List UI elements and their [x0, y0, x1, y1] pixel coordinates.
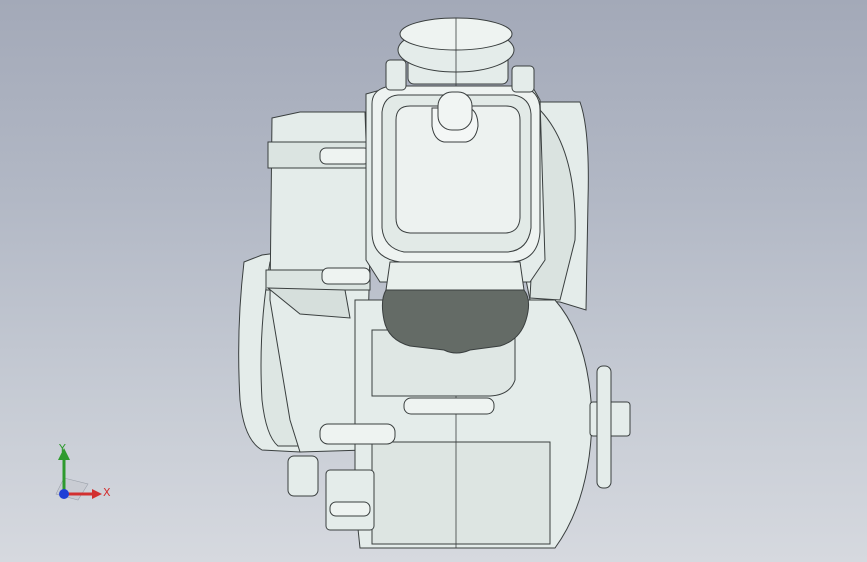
lower-bolt-2 [403, 397, 495, 415]
side-mount-right [511, 65, 535, 93]
graphics-viewport[interactable]: Y X [0, 0, 867, 562]
crankcase-rib-bolt [319, 147, 371, 165]
y-axis-label: Y [59, 442, 66, 455]
x-axis-arrow [92, 489, 102, 499]
lower-block-panel [371, 441, 551, 545]
crankcase-rib-bolt-2 [321, 267, 371, 285]
gasket [381, 289, 530, 354]
cylinder-base [385, 261, 525, 291]
view-orientation-triad[interactable]: Y X [48, 438, 118, 508]
side-mount-left [385, 59, 407, 91]
lower-bolt-3 [329, 501, 371, 517]
lower-left-boss [287, 455, 319, 497]
shaft-flange [596, 365, 612, 489]
x-axis-label: X [103, 486, 111, 499]
z-axis-dot [59, 489, 69, 499]
lower-bolt-1 [319, 423, 396, 445]
spark-plug [437, 91, 473, 131]
lower-left-boss-2 [325, 469, 375, 531]
engine-3d-model[interactable] [0, 0, 867, 562]
